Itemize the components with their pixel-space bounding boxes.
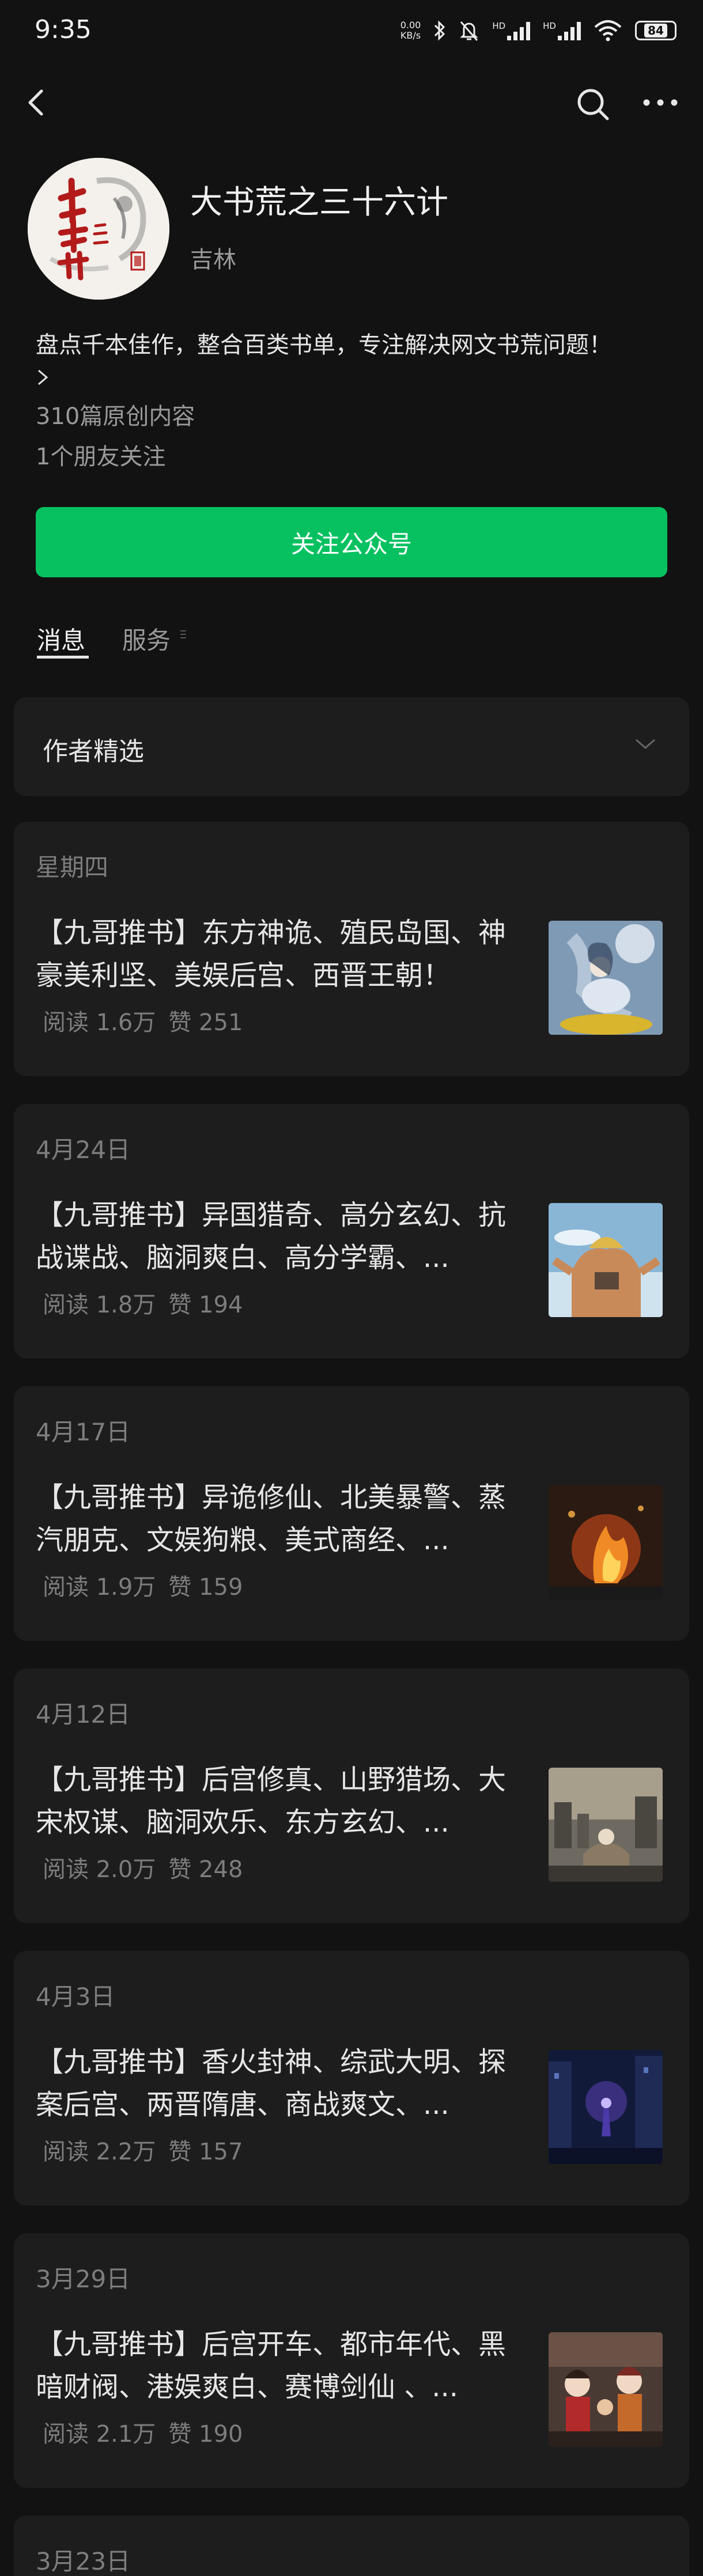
article-title[interactable]: 【九哥推书】香火封神、综武大明、探案后宫、两晋隋唐、商战爽文、... bbox=[36, 2041, 529, 2126]
article-date: 4月3日 bbox=[36, 1983, 115, 2011]
anime-girl-moon-image[interactable] bbox=[549, 921, 663, 1035]
signal-bars-icon bbox=[558, 21, 581, 40]
anime-group-image[interactable] bbox=[549, 2332, 663, 2446]
signal-bars-icon bbox=[507, 21, 531, 40]
read-count: 阅读 1.9万 bbox=[43, 1574, 156, 1601]
battery-icon: 84 bbox=[635, 21, 676, 40]
signal-2: HD bbox=[543, 21, 581, 40]
article-title[interactable]: 【九哥推书】异国猎奇、高分玄幻、抗战谍战、脑洞爽白、高分学霸、... bbox=[36, 1194, 529, 1279]
like-count: 赞 159 bbox=[168, 1574, 243, 1601]
read-count: 阅读 2.0万 bbox=[43, 1856, 156, 1883]
author-picks-label: 作者精选 bbox=[43, 737, 144, 766]
read-count: 阅读 2.2万 bbox=[43, 2139, 156, 2165]
active-tab-indicator bbox=[37, 656, 89, 659]
status-icons: 0.00 KB/s HD HD 84 bbox=[400, 16, 676, 45]
like-count: 赞 190 bbox=[168, 2421, 243, 2448]
like-count: 赞 251 bbox=[168, 1009, 243, 1036]
read-count: 阅读 1.6万 bbox=[43, 1009, 156, 1036]
article-date: 4月17日 bbox=[36, 1418, 131, 1446]
article-stats: 阅读 1.6万赞 251 bbox=[43, 1004, 255, 1037]
account-name: 大书荒之三十六计 bbox=[190, 184, 448, 221]
tab-messages[interactable]: 消息 bbox=[37, 621, 85, 656]
signal-1-label: HD bbox=[492, 21, 506, 31]
follow-account-button[interactable]: 关注公众号 bbox=[36, 507, 667, 577]
article-date: 星期四 bbox=[36, 853, 109, 882]
article-title[interactable]: 【九哥推书】异诡修仙、北美暴警、蒸汽朋克、文娱狗粮、美式商经、... bbox=[36, 1476, 529, 1561]
article-count: 310篇原创内容 bbox=[36, 403, 195, 430]
article-card[interactable]: 4月3日 【九哥推书】香火封神、综武大明、探案后宫、两晋隋唐、商战爽文、... … bbox=[14, 1951, 689, 2206]
friends-following[interactable]: 1个朋友关注 bbox=[36, 438, 165, 471]
like-count: 赞 194 bbox=[168, 1292, 243, 1318]
author-picks-section[interactable]: 作者精选 bbox=[14, 697, 689, 796]
fire-scene-image[interactable] bbox=[549, 1485, 663, 1599]
account-page: 9:35 0.00 KB/s HD HD 84 大书荒之三十六计 吉林 盘点千本… bbox=[0, 0, 703, 2576]
article-stats: 阅读 2.2万赞 157 bbox=[43, 2133, 255, 2166]
read-count: 阅读 1.8万 bbox=[43, 1292, 156, 1318]
night-street-image[interactable] bbox=[549, 2050, 663, 2164]
article-title[interactable]: 【九哥推书】后宫修真、山野猎场、大宋权谋、脑洞欢乐、东方玄幻、... bbox=[36, 1758, 529, 1844]
calligraphy-logo-icon bbox=[28, 158, 169, 300]
status-bar: 9:35 0.00 KB/s HD HD 84 bbox=[0, 0, 703, 63]
mute-bell-icon bbox=[460, 21, 478, 41]
article-stats: 阅读 2.1万赞 190 bbox=[43, 2415, 255, 2449]
signal-2-label: HD bbox=[543, 21, 556, 31]
network-speed-value: 0.00 bbox=[400, 20, 421, 31]
chevron-down-icon bbox=[636, 739, 655, 749]
more-options-icon[interactable] bbox=[640, 88, 681, 118]
battery-level: 84 bbox=[644, 24, 667, 37]
status-time: 9:35 bbox=[35, 15, 92, 44]
menu-lines-icon bbox=[180, 630, 186, 638]
like-count: 赞 248 bbox=[168, 1856, 243, 1883]
article-stats: 阅读 1.9万赞 159 bbox=[43, 1568, 255, 1602]
pirate-back-sky-image[interactable] bbox=[549, 1203, 663, 1317]
network-speed: 0.00 KB/s bbox=[400, 20, 421, 41]
article-card[interactable]: 星期四 【九哥推书】东方神诡、殖民岛国、神豪美利坚、美娱后宫、西晋王朝！ 阅读 … bbox=[14, 822, 689, 1076]
article-date: 4月24日 bbox=[36, 1136, 131, 1164]
article-card[interactable]: 4月17日 【九哥推书】异诡修仙、北美暴警、蒸汽朋克、文娱狗粮、美式商经、...… bbox=[14, 1386, 689, 1641]
read-count: 阅读 2.1万 bbox=[43, 2421, 156, 2448]
article-date: 3月29日 bbox=[36, 2265, 131, 2293]
account-author[interactable]: 吉林 bbox=[190, 241, 236, 274]
article-title[interactable]: 【九哥推书】后宫开车、都市年代、黑暗财阀、港娱爽白、赛博剑仙 、... bbox=[36, 2323, 529, 2408]
article-card[interactable]: 4月24日 【九哥推书】异国猎奇、高分玄幻、抗战谍战、脑洞爽白、高分学霸、...… bbox=[14, 1104, 689, 1359]
expand-chevron-icon[interactable] bbox=[36, 368, 50, 387]
article-date: 4月12日 bbox=[36, 1700, 131, 1728]
account-avatar[interactable] bbox=[28, 158, 169, 300]
article-card[interactable]: 3月23日 bbox=[14, 2516, 689, 2576]
network-speed-unit: KB/s bbox=[400, 30, 421, 41]
article-card[interactable]: 3月29日 【九哥推书】后宫开车、都市年代、黑暗财阀、港娱爽白、赛博剑仙 、..… bbox=[14, 2233, 689, 2488]
article-date: 3月23日 bbox=[36, 2547, 131, 2575]
account-description: 盘点千本佳作，整合百类书单，专注解决网文书荒问题！ bbox=[36, 332, 612, 358]
tab-services[interactable]: 服务 bbox=[122, 621, 171, 656]
article-card[interactable]: 4月12日 【九哥推书】后宫修真、山野猎场、大宋权谋、脑洞欢乐、东方玄幻、...… bbox=[14, 1669, 689, 1923]
bluetooth-icon bbox=[434, 20, 445, 41]
article-title[interactable]: 【九哥推书】东方神诡、殖民岛国、神豪美利坚、美娱后宫、西晋王朝！ bbox=[36, 911, 529, 997]
like-count: 赞 157 bbox=[168, 2139, 243, 2165]
city-ruins-image[interactable] bbox=[549, 1768, 663, 1882]
article-stats: 阅读 2.0万赞 248 bbox=[43, 1851, 255, 1884]
search-icon[interactable] bbox=[575, 86, 611, 122]
back-icon[interactable] bbox=[22, 88, 52, 118]
article-stats: 阅读 1.8万赞 194 bbox=[43, 1286, 255, 1319]
top-nav-bar bbox=[0, 75, 703, 130]
signal-1: HD bbox=[492, 21, 531, 40]
wifi-icon bbox=[594, 20, 622, 41]
